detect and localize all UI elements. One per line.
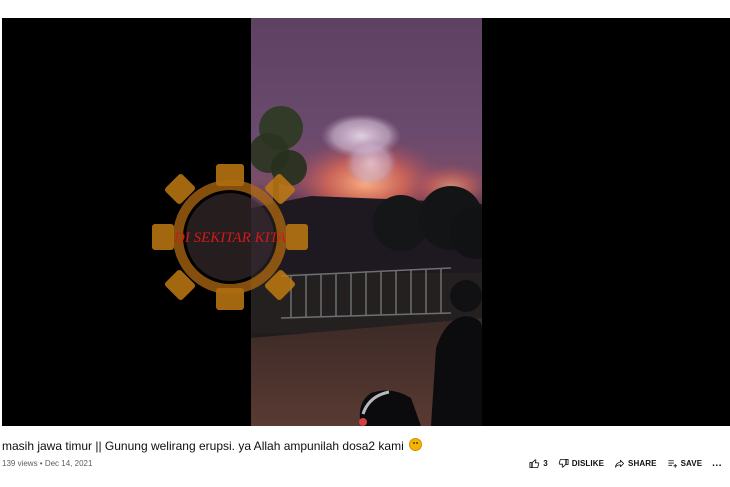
video-player[interactable]: DI SEKITAR KITA: [2, 18, 730, 426]
video-title: masih jawa timur || Gunung welirang erup…: [2, 438, 717, 453]
more-icon: ...: [712, 458, 722, 469]
save-label: SAVE: [680, 459, 703, 468]
share-button[interactable]: SHARE: [614, 458, 657, 469]
like-count: 3: [543, 459, 548, 468]
video-title-text: masih jawa timur || Gunung welirang erup…: [2, 439, 404, 453]
dislike-button[interactable]: DISLIKE: [558, 458, 604, 469]
watermark-gear-logo: DI SEKITAR KITA: [152, 164, 308, 310]
pleading-face-emoji: [409, 438, 423, 451]
save-playlist-icon: [667, 460, 677, 468]
video-actions: 3 DISLIKE SHARE SAVE ...: [529, 458, 722, 469]
share-icon: [615, 459, 625, 468]
thumbs-down-icon: [558, 458, 569, 468]
share-label: SHARE: [628, 459, 657, 468]
dislike-label: DISLIKE: [571, 459, 605, 468]
like-button[interactable]: 3: [529, 458, 548, 469]
save-button[interactable]: SAVE: [667, 458, 703, 469]
more-actions-button[interactable]: ...: [712, 458, 722, 469]
video-meta: 139 views • Dec 14, 2021: [2, 459, 93, 468]
thumbs-up-icon: [529, 459, 540, 469]
watermark-text: DI SEKITAR KITA: [173, 230, 287, 246]
